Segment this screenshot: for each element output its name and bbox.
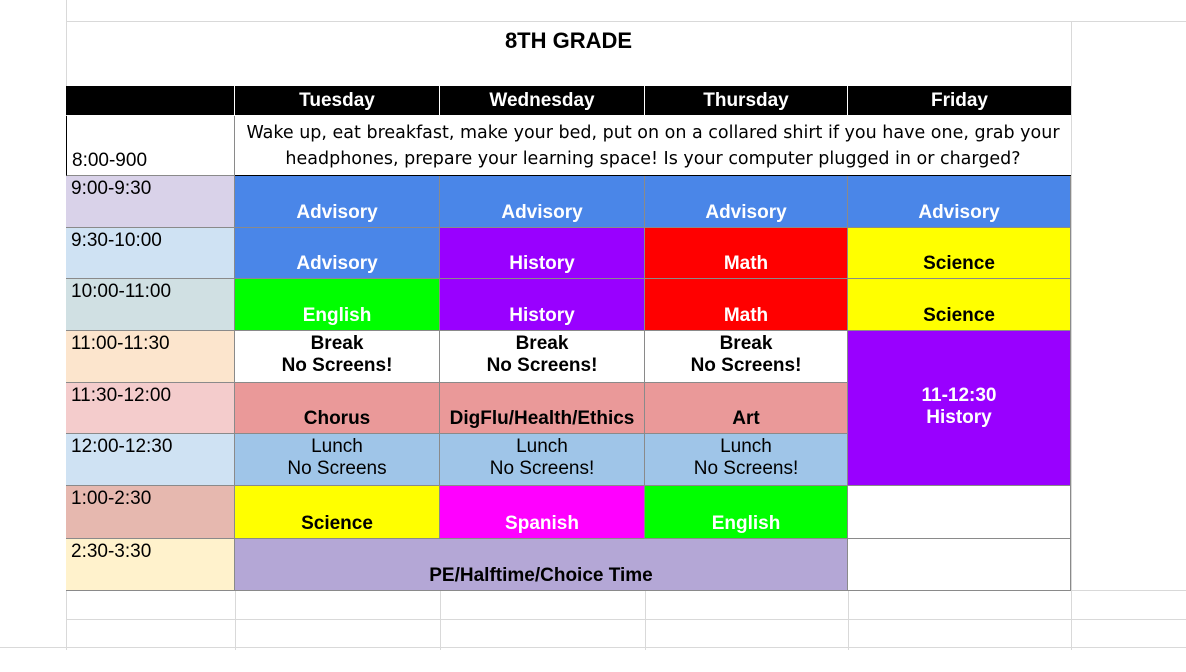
no-screens-label: No Screens! — [281, 355, 393, 376]
header-friday: Friday — [848, 86, 1071, 115]
cell-thu-math: Math — [645, 228, 848, 279]
gridline — [440, 590, 441, 650]
time-8-9: 8:00-900 — [66, 116, 235, 176]
no-screens-label: No Screens! — [693, 458, 799, 479]
cell-tue-advisory: Advisory — [235, 176, 440, 228]
gridline — [1071, 21, 1072, 650]
cell-wed-history: History — [440, 228, 645, 279]
cell-thu-lunch: Lunch No Screens! — [645, 434, 848, 486]
break-label: Break — [310, 333, 364, 354]
cell-tue-break: Break No Screens! — [235, 331, 440, 383]
time-11-1130: 11:00-11:30 — [66, 331, 235, 383]
cell-wed-advisory: Advisory — [440, 176, 645, 228]
cell-fri-history-block: 11-12:30 History — [848, 331, 1071, 486]
cell-thu-advisory: Advisory — [645, 176, 848, 228]
gridline — [235, 590, 236, 650]
gridline — [66, 21, 1186, 22]
cell-wed-spanish: Spanish — [440, 486, 645, 539]
gridline — [645, 590, 646, 650]
cell-wed-history-2: History — [440, 279, 645, 331]
cell-thu-math-2: Math — [645, 279, 848, 331]
lunch-label: Lunch — [311, 436, 363, 457]
cell-tue-english: English — [235, 279, 440, 331]
no-screens-label: No Screens! — [486, 355, 598, 376]
cell-fri-empty-1 — [848, 486, 1071, 539]
gridline — [0, 647, 1186, 648]
cell-tue-advisory-2: Advisory — [235, 228, 440, 279]
block-time-label: 11-12:30 — [921, 384, 997, 406]
cell-tue-chorus: Chorus — [235, 383, 440, 434]
no-screens-label: No Screens! — [489, 458, 595, 479]
cell-thu-break: Break No Screens! — [645, 331, 848, 383]
break-label: Break — [719, 333, 773, 354]
cell-tue-lunch: Lunch No Screens — [235, 434, 440, 486]
time-9-930: 9:00-9:30 — [66, 176, 235, 228]
cell-pe-halftime-choice: PE/Halftime/Choice Time — [235, 539, 848, 591]
break-label: Break — [515, 333, 569, 354]
lunch-label: Lunch — [720, 436, 772, 457]
header-wednesday: Wednesday — [440, 86, 645, 115]
no-screens-label: No Screens — [287, 458, 387, 479]
header-thursday: Thursday — [645, 86, 848, 115]
time-12-1230: 12:00-12:30 — [66, 434, 235, 486]
morning-routine-note: Wake up, eat breakfast, make your bed, p… — [235, 116, 1071, 176]
cell-thu-art: Art — [645, 383, 848, 434]
cell-fri-empty-2 — [848, 539, 1071, 591]
header-corner — [66, 86, 235, 115]
lunch-label: Lunch — [516, 436, 568, 457]
gridline — [848, 590, 849, 650]
block-subject-label: History — [926, 406, 992, 428]
cell-thu-english: English — [645, 486, 848, 539]
time-1-230: 1:00-2:30 — [66, 486, 235, 539]
time-930-10: 9:30-10:00 — [66, 228, 235, 279]
time-1130-12: 11:30-12:00 — [66, 383, 235, 434]
no-screens-label: No Screens! — [690, 355, 802, 376]
time-10-11: 10:00-11:00 — [66, 279, 235, 331]
cell-fri-science-2: Science — [848, 279, 1071, 331]
cell-wed-digflu: DigFlu/Health/Ethics — [440, 383, 645, 434]
cell-wed-lunch: Lunch No Screens! — [440, 434, 645, 486]
cell-fri-science: Science — [848, 228, 1071, 279]
gridline — [66, 619, 1186, 620]
time-230-330: 2:30-3:30 — [66, 539, 235, 591]
cell-tue-science: Science — [235, 486, 440, 539]
header-tuesday: Tuesday — [235, 86, 440, 115]
cell-fri-advisory: Advisory — [848, 176, 1071, 228]
time-label: 8:00-900 — [72, 150, 148, 171]
cell-wed-break: Break No Screens! — [440, 331, 645, 383]
page-title: 8TH GRADE — [504, 28, 633, 53]
